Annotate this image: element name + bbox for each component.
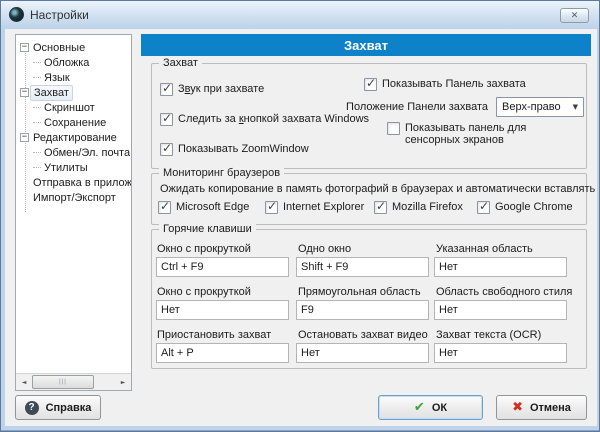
help-button[interactable]: ? Справка bbox=[15, 395, 101, 420]
tree-branch-line bbox=[33, 122, 41, 123]
checkbox[interactable]: ✓ bbox=[364, 78, 377, 91]
check-icon: ✓ bbox=[162, 111, 172, 125]
check-icon: ✓ bbox=[267, 199, 277, 213]
settings-tree-panel: − Основные Обложка Язык − Захват Ск bbox=[15, 34, 132, 391]
tree-expander-icon[interactable]: − bbox=[20, 43, 29, 52]
tree-item-utility[interactable]: Утилиты bbox=[16, 160, 131, 175]
internet-explorer-checkbox[interactable]: ✓ Internet Explorer bbox=[265, 201, 364, 214]
ok-button-label: ОК bbox=[432, 402, 447, 414]
scroll-right-arrow[interactable]: ► bbox=[115, 374, 131, 390]
check-icon: ✓ bbox=[162, 141, 172, 155]
check-icon: ✓ bbox=[162, 81, 172, 95]
check-icon: ✓ bbox=[479, 199, 489, 213]
cancel-x-icon: ✖ bbox=[512, 400, 523, 415]
help-icon: ? bbox=[25, 401, 39, 415]
watch-windows-capture-key-checkbox[interactable]: ✓ Следить за кнопкой захвата Windows bbox=[160, 113, 369, 126]
help-button-label: Справка bbox=[46, 402, 92, 414]
checkbox[interactable]: ✓ bbox=[160, 83, 173, 96]
dialog-body: − Основные Обложка Язык − Захват Ск bbox=[5, 29, 597, 426]
chevron-down-icon: ▼ bbox=[573, 103, 578, 111]
cancel-button[interactable]: ✖ Отмена bbox=[496, 395, 587, 420]
tree-horizontal-scrollbar[interactable]: ◄ ||| ► bbox=[16, 373, 131, 390]
tree-item-obmen-pochta[interactable]: Обмен/Эл. почта bbox=[16, 145, 131, 160]
hotkey-input-2[interactable] bbox=[434, 257, 567, 277]
tree-item-osnovnye[interactable]: − Основные bbox=[16, 40, 131, 55]
mozilla-firefox-checkbox[interactable]: ✓ Mozilla Firefox bbox=[374, 201, 463, 214]
hotkey-label-5: Область свободного стиля bbox=[436, 286, 572, 298]
tree-branch-line bbox=[33, 152, 41, 153]
hotkey-input-7[interactable] bbox=[296, 343, 429, 363]
ok-button[interactable]: ✔ ОК bbox=[378, 395, 483, 420]
tree-branch-line bbox=[33, 77, 41, 78]
hotkey-label-4: Прямоугольная область bbox=[298, 286, 421, 298]
app-icon bbox=[9, 7, 24, 22]
show-capture-panel-checkbox[interactable]: ✓ Показывать Панель захвата bbox=[364, 78, 526, 91]
tree-expander-icon[interactable]: − bbox=[20, 88, 29, 97]
scrollbar-thumb[interactable]: ||| bbox=[32, 375, 94, 389]
settings-window: Настройки ✕ − Основные Обложка Язык bbox=[0, 0, 600, 432]
hotkey-label-1: Одно окно bbox=[298, 243, 351, 255]
hotkeys-group-legend: Горячие клавиши bbox=[159, 223, 256, 236]
browser-monitoring-description: Ожидать копирование в память фотографий … bbox=[160, 183, 600, 195]
hotkey-input-0[interactable] bbox=[156, 257, 289, 277]
panel-position-select[interactable]: Верх-право ▼ bbox=[496, 97, 584, 117]
checkbox[interactable]: ✓ bbox=[265, 201, 278, 214]
hotkey-input-8[interactable] bbox=[434, 343, 567, 363]
hotkey-label-3: Окно с прокруткой bbox=[157, 286, 251, 298]
hotkey-label-6: Приостановить захват bbox=[157, 329, 271, 341]
google-chrome-checkbox[interactable]: ✓ Google Chrome bbox=[477, 201, 573, 214]
hotkey-input-5[interactable] bbox=[434, 300, 567, 320]
tree-item-skrinshot[interactable]: Скриншот bbox=[16, 100, 131, 115]
tree-branch-line bbox=[33, 62, 41, 63]
browser-group-legend: Мониторинг браузеров bbox=[159, 167, 284, 180]
panel-position-label: Положение Панели захвата bbox=[346, 101, 488, 113]
hotkey-label-8: Захват текста (OCR) bbox=[436, 329, 541, 341]
window-title: Настройки bbox=[30, 8, 89, 22]
microsoft-edge-checkbox[interactable]: ✓ Microsoft Edge bbox=[158, 201, 249, 214]
hotkey-input-6[interactable] bbox=[156, 343, 289, 363]
ok-check-icon: ✔ bbox=[414, 400, 425, 415]
checkbox[interactable]: ✓ bbox=[374, 201, 387, 214]
scrollbar-grip-icon: ||| bbox=[59, 379, 67, 385]
settings-tree: − Основные Обложка Язык − Захват Ск bbox=[16, 35, 131, 205]
hotkey-input-4[interactable] bbox=[296, 300, 429, 320]
touch-panel-checkbox[interactable]: ✓ Показывать панель для сенсорных экрано… bbox=[387, 122, 570, 146]
checkbox[interactable]: ✓ bbox=[477, 201, 490, 214]
tree-expander-icon[interactable]: − bbox=[20, 133, 29, 142]
cancel-button-label: Отмена bbox=[530, 402, 571, 414]
check-icon: ✓ bbox=[376, 199, 386, 213]
tree-item-otpravka[interactable]: Отправка в приложен bbox=[16, 175, 131, 190]
tree-branch-line bbox=[33, 167, 41, 168]
hotkey-label-0: Окно с прокруткой bbox=[157, 243, 251, 255]
tree-item-redaktirovanie[interactable]: − Редактирование bbox=[16, 130, 131, 145]
tree-item-import-export[interactable]: Импорт/Экспорт bbox=[16, 190, 131, 205]
hotkey-label-7: Остановать захват видео bbox=[298, 329, 428, 341]
hotkeys-group: Горячие клавиши Окно с прокруткой Одно о… bbox=[151, 229, 587, 369]
browser-monitoring-group: Мониторинг браузеров Ожидать копирование… bbox=[151, 173, 587, 225]
check-icon: ✓ bbox=[366, 76, 376, 90]
checkbox[interactable]: ✓ bbox=[158, 201, 171, 214]
check-icon: ✓ bbox=[160, 199, 170, 213]
scroll-left-arrow[interactable]: ◄ bbox=[16, 374, 32, 390]
tree-item-oblozhka[interactable]: Обложка bbox=[16, 55, 131, 70]
show-zoomwindow-checkbox[interactable]: ✓ Показывать ZoomWindow bbox=[160, 143, 309, 156]
titlebar[interactable]: Настройки ✕ bbox=[1, 1, 599, 28]
checkbox[interactable]: ✓ bbox=[387, 122, 400, 135]
capture-group: Захват ✓ Звук при захвате ✓ Следить за к… bbox=[151, 63, 587, 169]
hotkey-label-2: Указанная область bbox=[436, 243, 533, 255]
hotkey-input-3[interactable] bbox=[156, 300, 289, 320]
tree-item-zakhvat-selected[interactable]: − Захват bbox=[16, 85, 131, 100]
page-title: Захват bbox=[141, 34, 591, 56]
tree-item-yazyk[interactable]: Язык bbox=[16, 70, 131, 85]
tree-branch-line bbox=[33, 107, 41, 108]
checkbox[interactable]: ✓ bbox=[160, 113, 173, 126]
hotkey-input-1[interactable] bbox=[296, 257, 429, 277]
panel-position-value: Верх-право bbox=[502, 101, 561, 113]
checkbox[interactable]: ✓ bbox=[160, 143, 173, 156]
capture-group-legend: Захват bbox=[159, 57, 202, 70]
close-button[interactable]: ✕ bbox=[560, 8, 589, 23]
tree-item-sokhranenie[interactable]: Сохранение bbox=[16, 115, 131, 130]
close-icon: ✕ bbox=[571, 11, 579, 21]
sound-on-capture-checkbox[interactable]: ✓ Звук при захвате bbox=[160, 83, 264, 96]
